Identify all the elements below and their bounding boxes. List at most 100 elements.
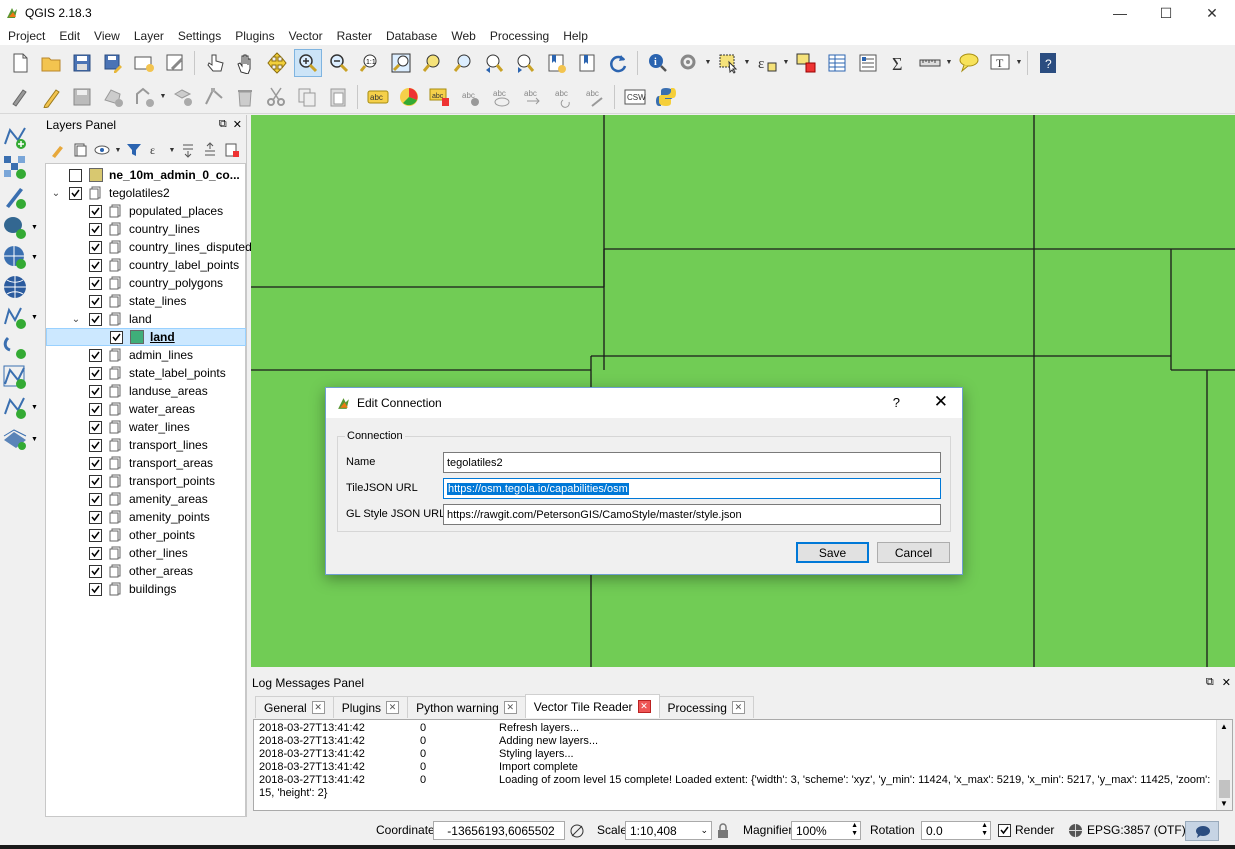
zoom-last-icon[interactable]: [480, 49, 508, 77]
label-icon[interactable]: abc: [364, 83, 392, 111]
pin-labels-icon[interactable]: abc: [426, 83, 454, 111]
filter-expression-icon[interactable]: ε: [146, 140, 166, 160]
add-wms-icon[interactable]: ▼: [2, 243, 42, 271]
move-feature-icon[interactable]: [169, 83, 197, 111]
tab-general[interactable]: General ✕: [255, 696, 334, 718]
layer-visibility-checkbox[interactable]: [89, 528, 102, 542]
menu-settings[interactable]: Settings: [174, 29, 225, 43]
action-dropdown-icon[interactable]: ▼: [704, 59, 712, 66]
filter-legend-icon[interactable]: [124, 140, 144, 160]
log-text-area[interactable]: 2018-03-27T13:41:42 0 Refresh layers... 20…: [253, 719, 1233, 811]
filter-expression-dropdown-icon[interactable]: ▼: [168, 147, 176, 154]
zoom-in-icon[interactable]: [293, 48, 322, 77]
copy-icon[interactable]: [293, 83, 321, 111]
add-virtual-layer-icon[interactable]: [2, 333, 42, 361]
new-project-icon[interactable]: [6, 49, 34, 77]
layer-tree-row[interactable]: populated_places: [46, 202, 246, 220]
menu-processing[interactable]: Processing: [486, 29, 553, 43]
layer-tree-row[interactable]: country_label_points: [46, 256, 246, 274]
lock-scale-icon[interactable]: [716, 823, 730, 839]
new-shapefile-icon[interactable]: [2, 363, 42, 391]
node-tool-icon[interactable]: [200, 83, 228, 111]
zoom-to-layer-icon[interactable]: [449, 49, 477, 77]
layer-tree-row[interactable]: water_areas: [46, 400, 246, 418]
zoom-out-icon[interactable]: [325, 49, 353, 77]
cancel-button[interactable]: Cancel: [877, 542, 950, 563]
scroll-thumb[interactable]: [1219, 780, 1230, 798]
touch-zoom-icon[interactable]: [201, 49, 229, 77]
layer-visibility-checkbox[interactable]: [89, 564, 102, 578]
zoom-actual-icon[interactable]: 1:1: [356, 49, 384, 77]
add-spatialite-icon[interactable]: ▼: [2, 393, 42, 421]
menu-edit[interactable]: Edit: [55, 29, 84, 43]
add-raster-layer-icon[interactable]: [2, 153, 42, 181]
layer-visibility-checkbox[interactable]: [89, 582, 102, 596]
layer-visibility-checkbox[interactable]: [69, 168, 82, 182]
toggle-editing-icon[interactable]: [37, 83, 65, 111]
save-edits-icon[interactable]: [68, 83, 96, 111]
wfs-dropdown-icon[interactable]: ▼: [31, 314, 38, 321]
add-part-icon[interactable]: [130, 83, 158, 111]
move-label-icon[interactable]: abc: [488, 83, 516, 111]
field-calculator-icon[interactable]: [854, 49, 882, 77]
zoom-to-selection-icon[interactable]: [418, 49, 446, 77]
measure-icon[interactable]: [916, 49, 944, 77]
name-field[interactable]: tegolatiles2: [443, 452, 941, 473]
layer-tree-row[interactable]: landuse_areas: [46, 382, 246, 400]
layer-tree-row[interactable]: buildings: [46, 580, 246, 598]
layer-visibility-checkbox[interactable]: [89, 222, 102, 236]
close-tab-icon[interactable]: ✕: [311, 701, 325, 714]
delete-selected-icon[interactable]: [231, 83, 259, 111]
layer-tree-row[interactable]: transport_points: [46, 472, 246, 490]
layer-visibility-checkbox[interactable]: [89, 438, 102, 452]
open-styling-icon[interactable]: [48, 140, 68, 160]
layer-tree-row[interactable]: amenity_points: [46, 508, 246, 526]
close-tab-icon[interactable]: ✕: [731, 701, 745, 714]
menu-database[interactable]: Database: [382, 29, 441, 43]
render-checkbox[interactable]: [998, 824, 1011, 837]
menu-web[interactable]: Web: [447, 29, 479, 43]
close-log-icon[interactable]: ✕: [1222, 676, 1231, 689]
spatialite-dropdown-icon[interactable]: ▼: [31, 404, 38, 411]
layer-tree-row[interactable]: other_areas: [46, 562, 246, 580]
layer-tree-row[interactable]: country_lines_disputed: [46, 238, 252, 256]
layer-visibility-checkbox[interactable]: [110, 330, 123, 344]
annotation-dropdown-icon[interactable]: ▼: [1015, 59, 1023, 66]
menu-help[interactable]: Help: [559, 29, 592, 43]
layer-tree-row[interactable]: country_lines: [46, 220, 246, 238]
layer-tree-row[interactable]: state_label_points: [46, 364, 246, 382]
layer-visibility-checkbox[interactable]: [89, 510, 102, 524]
add-vector-layer-icon[interactable]: [2, 123, 42, 151]
measure-dropdown-icon[interactable]: ▼: [945, 59, 953, 66]
coordinate-field[interactable]: -13656193,6065502: [433, 821, 565, 840]
close-tab-icon[interactable]: ✕: [503, 701, 517, 714]
rotation-spinbox[interactable]: 0.0 ▲ ▼: [921, 821, 991, 840]
map-tips-icon[interactable]: [955, 49, 983, 77]
tab-processing[interactable]: Processing ✕: [658, 696, 754, 718]
messages-button[interactable]: [1185, 821, 1219, 841]
layer-visibility-checkbox[interactable]: [89, 366, 102, 380]
action-icon[interactable]: [675, 49, 703, 77]
attribute-table-icon[interactable]: [823, 49, 851, 77]
expander-chevron-icon[interactable]: ⌄: [71, 314, 81, 325]
add-mssql-icon[interactable]: ▼: [2, 425, 42, 453]
layer-visibility-checkbox[interactable]: [89, 402, 102, 416]
remove-layer-icon[interactable]: [222, 140, 242, 160]
menu-project[interactable]: Project: [4, 29, 49, 43]
layer-tree-row[interactable]: admin_lines: [46, 346, 246, 364]
layer-visibility-checkbox[interactable]: [89, 258, 102, 272]
maximize-button[interactable]: ☐: [1143, 0, 1189, 26]
text-annotation-icon[interactable]: T: [986, 49, 1014, 77]
identify-icon[interactable]: i: [644, 49, 672, 77]
dialog-help-button[interactable]: ?: [893, 395, 900, 410]
layer-tree-row[interactable]: state_lines: [46, 292, 246, 310]
tab-vector-tile-reader[interactable]: Vector Tile Reader ✕: [524, 694, 660, 718]
layer-visibility-checkbox[interactable]: [89, 348, 102, 362]
select-dropdown-icon[interactable]: ▼: [743, 59, 751, 66]
select-features-icon[interactable]: [714, 49, 742, 77]
expression-dropdown-icon[interactable]: ▼: [782, 59, 790, 66]
layer-tree-row[interactable]: amenity_areas: [46, 490, 246, 508]
scale-combo[interactable]: 1:10,408 ⌄: [625, 821, 712, 840]
layer-visibility-checkbox[interactable]: [89, 294, 102, 308]
zoom-full-icon[interactable]: [387, 49, 415, 77]
